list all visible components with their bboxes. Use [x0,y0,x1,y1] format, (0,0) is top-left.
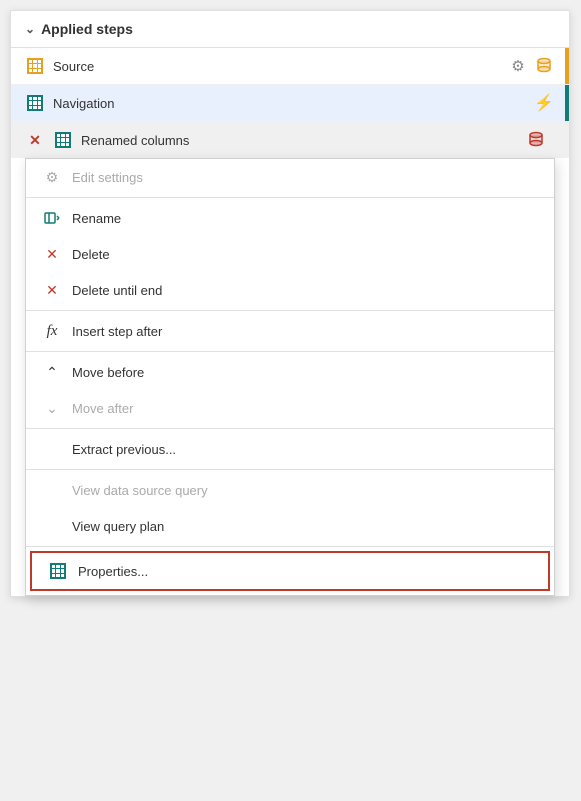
edit-settings-icon: ⚙ [42,167,62,187]
collapse-icon[interactable]: ⌄ [25,22,35,36]
panel-header: ⌄ Applied steps [11,11,569,48]
renamed-icon [53,130,73,150]
menu-view-data-source-query[interactable]: View data source query [26,472,554,508]
menu-view-query-plan[interactable]: View query plan [26,508,554,544]
rename-label: Rename [72,211,121,226]
delete-label: Delete [72,247,110,262]
menu-move-before[interactable]: ⌃ Move before [26,354,554,390]
separator-4 [26,428,554,429]
view-data-source-label: View data source query [72,483,208,498]
menu-delete-until-end[interactable]: ✕ Delete until end [26,272,554,308]
menu-move-after[interactable]: ⌄ Move after [26,390,554,426]
source-icon [25,56,45,76]
navigation-lightning-icon[interactable]: ⚡ [533,92,555,114]
separator-6 [26,546,554,547]
separator-3 [26,351,554,352]
insert-step-icon: fx [42,321,62,341]
navigation-label: Navigation [53,96,525,111]
edit-settings-label: Edit settings [72,170,143,185]
extract-previous-label: Extract previous... [72,442,176,457]
menu-extract-previous[interactable]: Extract previous... [26,431,554,467]
source-gear-icon[interactable]: ⚙ [507,55,529,77]
separator-1 [26,197,554,198]
delete-until-end-label: Delete until end [72,283,162,298]
view-query-plan-icon [42,516,62,536]
insert-step-label: Insert step after [72,324,162,339]
close-icon[interactable]: ✕ [25,130,45,150]
source-actions: ⚙ [507,55,555,77]
source-cylinder-icon[interactable] [533,55,555,77]
step-renamed-row[interactable]: ✕ Renamed columns [11,122,569,158]
delete-until-end-icon: ✕ [42,280,62,300]
rename-icon [42,208,62,228]
properties-label: Properties... [78,564,148,579]
source-accent [565,48,569,84]
menu-rename[interactable]: Rename [26,200,554,236]
navigation-actions: ⚡ [533,92,555,114]
view-data-source-icon [42,480,62,500]
separator-2 [26,310,554,311]
step-renamed-container: ✕ Renamed columns [11,122,569,596]
move-after-label: Move after [72,401,133,416]
step-source[interactable]: Source ⚙ [11,48,569,85]
move-before-icon: ⌃ [42,362,62,382]
steps-list: Source ⚙ [11,48,569,596]
move-before-label: Move before [72,365,144,380]
step-navigation[interactable]: Navigation ⚡ [11,85,569,122]
menu-properties[interactable]: Properties... [30,551,550,591]
view-query-plan-label: View query plan [72,519,164,534]
renamed-label: Renamed columns [81,133,517,148]
panel-title: Applied steps [41,21,133,37]
navigation-accent [565,85,569,121]
properties-icon [48,561,68,581]
renamed-actions [525,129,547,151]
navigation-icon [25,93,45,113]
source-label: Source [53,59,499,74]
menu-edit-settings[interactable]: ⚙ Edit settings [26,159,554,195]
extract-previous-icon [42,439,62,459]
renamed-cylinder-icon[interactable] [525,129,547,151]
delete-icon: ✕ [42,244,62,264]
move-after-icon: ⌄ [42,398,62,418]
separator-5 [26,469,554,470]
menu-insert-step-after[interactable]: fx Insert step after [26,313,554,349]
menu-delete[interactable]: ✕ Delete [26,236,554,272]
applied-steps-panel: ⌄ Applied steps Source ⚙ [10,10,570,597]
context-menu: ⚙ Edit settings Rename [25,158,555,596]
